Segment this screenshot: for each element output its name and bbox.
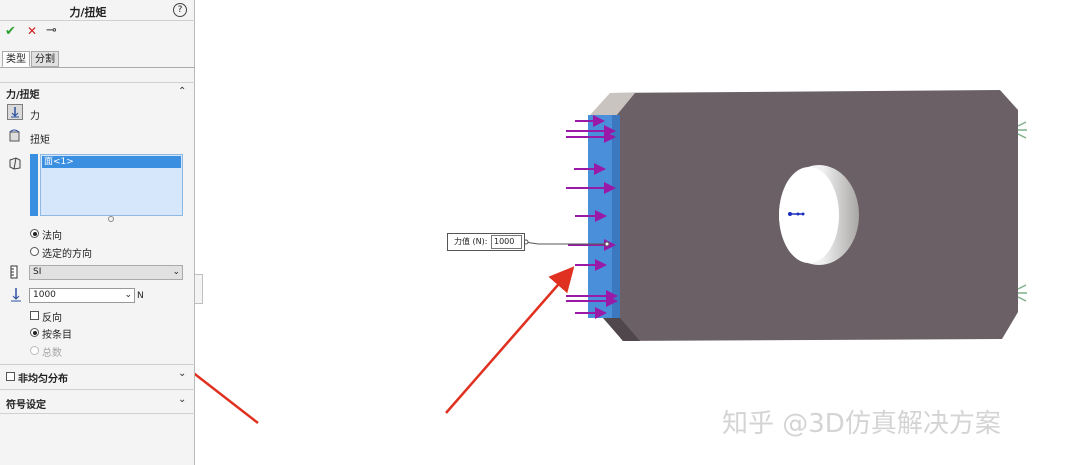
force-type-icon[interactable] xyxy=(7,104,23,120)
callout-label: 力值 (N): xyxy=(454,237,488,246)
annotation-arrow-viewport xyxy=(445,266,575,414)
nonuniform-distribution-label: 非均匀分布 xyxy=(18,374,68,385)
chevron-up-icon[interactable]: ⌃ xyxy=(178,86,186,97)
radio-selected-direction[interactable] xyxy=(30,247,39,256)
chevron-down-icon[interactable]: ⌄ xyxy=(178,394,186,405)
tab-type[interactable]: 类型 xyxy=(2,51,30,67)
selection-indicator xyxy=(30,154,38,216)
callout-value-input[interactable]: 1000 xyxy=(491,235,522,249)
selected-entities-list[interactable]: 面<1> xyxy=(40,154,183,216)
radio-total[interactable] xyxy=(30,346,39,355)
face-selection-icon xyxy=(8,156,22,170)
per-item-label: 按条目 xyxy=(42,330,72,341)
unit-system-icon xyxy=(10,265,19,279)
chevron-down-icon[interactable]: ⌄ xyxy=(124,289,132,302)
nonuniform-distribution-checkbox[interactable] xyxy=(6,372,15,381)
fixture-marker-bottom xyxy=(1017,284,1027,302)
confirm-check-icon[interactable]: ✔ xyxy=(5,24,16,39)
unit-system-value: SI xyxy=(33,267,42,277)
property-manager-panel: 力/扭矩 ? ✔ ✕ ⊸ 类型 分割 力/扭矩 ⌃ 力 扭矩 面<1> 法向 选… xyxy=(0,0,195,465)
panel-collapse-handle[interactable] xyxy=(195,274,203,304)
selected-direction-label: 选定的方向 xyxy=(42,249,92,260)
chevron-down-icon: ⌄ xyxy=(172,267,180,277)
force-value-text: 1000 xyxy=(33,290,56,300)
cancel-x-icon[interactable]: ✕ xyxy=(27,24,37,38)
normal-direction-label: 法向 xyxy=(42,231,62,242)
list-item-face[interactable]: 面<1> xyxy=(42,156,181,168)
force-value-input[interactable]: 1000 ⌄ xyxy=(29,288,135,303)
unit-system-select[interactable]: SI ⌄ xyxy=(29,265,183,280)
force-value-icon xyxy=(9,287,23,303)
force-option-label: 力 xyxy=(30,111,40,122)
force-unit-label: N xyxy=(137,291,144,301)
torque-type-icon[interactable] xyxy=(7,128,23,144)
watermark: 知乎 @3D仿真解决方案 xyxy=(722,409,1001,439)
radio-normal-direction[interactable] xyxy=(30,229,39,238)
chevron-down-icon[interactable]: ⌄ xyxy=(178,368,186,379)
torque-option-label: 扭矩 xyxy=(30,135,50,146)
force-value-callout[interactable]: 力值 (N): 1000 xyxy=(447,233,525,251)
pin-icon[interactable]: ⊸ xyxy=(46,23,57,38)
reverse-direction-label: 反向 xyxy=(42,313,62,324)
total-label: 总数 xyxy=(42,348,62,359)
tab-split[interactable]: 分割 xyxy=(31,51,59,67)
fixture-marker-top xyxy=(1017,121,1027,139)
symbol-settings-header[interactable]: 符号设定 xyxy=(6,396,46,411)
panel-title: 力/扭矩 xyxy=(69,6,107,19)
section-force-torque-header[interactable]: 力/扭矩 xyxy=(6,86,40,101)
radio-per-item[interactable] xyxy=(30,328,39,337)
list-resize-handle[interactable] xyxy=(108,216,114,222)
reverse-direction-checkbox[interactable] xyxy=(30,311,39,320)
help-icon[interactable]: ? xyxy=(173,3,187,17)
